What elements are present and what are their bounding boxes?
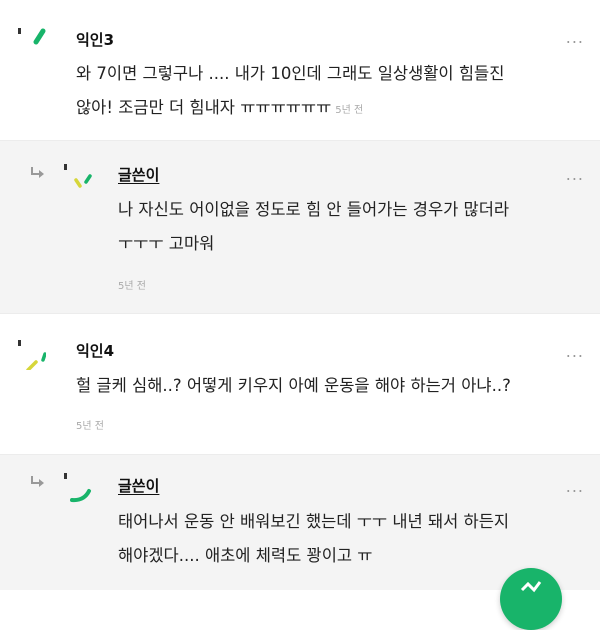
floating-action-button[interactable] [500, 568, 562, 630]
comment-author[interactable]: 익인3 [76, 29, 114, 50]
comment-text: 태어나서 운동 안 배워보긴 했는데 ㅜㅜ 내년 돼서 하든지 해야겠다....… [118, 512, 510, 565]
green-dash-icon [18, 28, 46, 45]
yellow-green-dash-icon [18, 340, 46, 370]
reply-arrow-icon [31, 476, 44, 487]
comment-3: 익인4 ... 헐 글케 심해..? 어떻게 키우지 아예 운동을 해야 하는거… [0, 314, 600, 454]
comment-text: 와 7이면 그렇구나 .... 내가 10인데 그래도 일상생활이 힘들진 않아… [76, 64, 505, 117]
comment-author[interactable]: 글쓴이 [118, 475, 159, 496]
green-curve-icon [64, 473, 91, 503]
more-options-icon[interactable]: ... [566, 167, 584, 183]
comment-author[interactable]: 익인4 [76, 340, 114, 361]
comment-text: 헐 글케 심해..? 어떻게 키우지 아예 운동을 해야 하는거 아냐..? [76, 376, 511, 395]
comment-text: 나 자신도 어이없을 정도로 힘 안 들어가는 경우가 많더라 ㅜㅜㅜ 고마워 [118, 200, 510, 253]
comment-1: 익인3 ... 와 7이면 그렇구나 .... 내가 10인데 그래도 일상생활… [0, 0, 600, 140]
more-options-icon[interactable]: ... [566, 479, 584, 495]
comment-author[interactable]: 글쓴이 [118, 164, 159, 185]
comment-time: 5년 전 [118, 281, 146, 292]
comment-time: 5년 전 [335, 105, 364, 116]
green-yellow-dash-icon [64, 164, 92, 188]
more-options-icon[interactable]: ... [566, 344, 584, 360]
reply-arrow-icon [31, 167, 44, 178]
more-options-icon[interactable]: ... [566, 30, 584, 46]
comment-time: 5년 전 [76, 421, 104, 432]
comment-4-reply: 글쓴이 ... 태어나서 운동 안 배워보긴 했는데 ㅜㅜ 내년 돼서 하든지 … [0, 455, 600, 590]
comment-2-reply: 글쓴이 ... 나 자신도 어이없을 정도로 힘 안 들어가는 경우가 많더라 … [0, 141, 600, 313]
chart-icon [520, 581, 542, 593]
